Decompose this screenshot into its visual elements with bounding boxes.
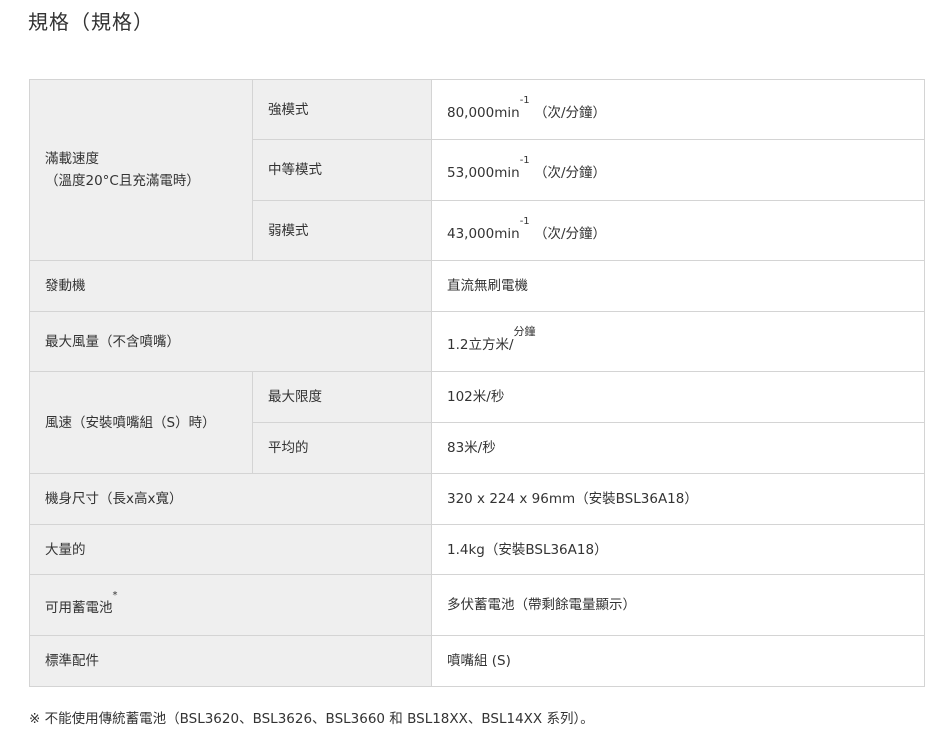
speed-unit: （次/分鐘） (533, 165, 607, 181)
table-row: 發動機 直流無刷電機 (29, 260, 925, 312)
value-motor: 直流無刷電機 (431, 260, 925, 312)
sub-label-average: 平均的 (252, 422, 432, 474)
airflow-value: 1.2立方米/ (447, 337, 514, 353)
value-weak: 43,000min-1 （次/分鐘） (431, 200, 925, 261)
load-speed-condition: （溫度20°C且充滿電時） (45, 173, 200, 189)
page-title: 規格（規格） (28, 10, 154, 34)
row-label-motor: 發動機 (29, 260, 432, 312)
value-strong: 80,000min-1 （次/分鐘） (431, 79, 925, 140)
value-medium: 53,000min-1 （次/分鐘） (431, 139, 925, 201)
sub-label-weak: 弱模式 (252, 200, 432, 261)
row-label-dimensions: 機身尺寸（長x高x寬） (29, 473, 432, 525)
value-max-airflow: 1.2立方米/分鐘 (431, 311, 925, 372)
row-label-weight: 大量的 (29, 524, 432, 575)
value-weight: 1.4kg（安裝BSL36A18） (431, 524, 925, 575)
table-row: 最大風量（不含噴嘴） 1.2立方米/分鐘 (29, 311, 925, 372)
value-wind-max: 102米/秒 (431, 371, 925, 423)
sub-label-medium: 中等模式 (252, 139, 432, 201)
sub-label-max: 最大限度 (252, 371, 432, 423)
footnote: ※ 不能使用傳統蓄電池（BSL3620、BSL3626、BSL3660 和 BS… (29, 711, 594, 727)
table-row: 滿載速度 （溫度20°C且充滿電時） 強模式 80,000min-1 （次/分鐘… (29, 79, 925, 261)
speed-value: 80,000min (447, 104, 520, 121)
speed-unit: （次/分鐘） (533, 104, 607, 121)
superscript: 分鐘 (513, 325, 536, 338)
table-row: 標準配件 噴嘴組 (S) (29, 635, 925, 687)
value-wind-average: 83米/秒 (431, 422, 925, 474)
spec-table: 滿載速度 （溫度20°C且充滿電時） 強模式 80,000min-1 （次/分鐘… (29, 79, 925, 687)
table-row: 風速（安裝噴嘴組（S）時） 最大限度 102米/秒 (29, 371, 925, 474)
superscript: -1 (519, 94, 530, 106)
value-accessories: 噴嘴組 (S) (431, 635, 925, 687)
row-label-wind-speed: 風速（安裝噴嘴組（S）時） (29, 371, 253, 474)
value-battery: 多伏蓄電池（帶剩餘電量顯示） (431, 574, 925, 636)
superscript: -1 (519, 215, 530, 227)
row-label-max-airflow: 最大風量（不含噴嘴） (29, 311, 432, 372)
asterisk: * (112, 590, 118, 601)
table-row: 大量的 1.4kg（安裝BSL36A18） (29, 524, 925, 575)
battery-label: 可用蓄電池 (45, 600, 113, 616)
speed-value: 53,000min (447, 165, 520, 181)
value-dimensions: 320 x 224 x 96mm（安裝BSL36A18） (431, 473, 925, 525)
speed-unit: （次/分鐘） (533, 225, 607, 242)
table-row: 可用蓄電池* 多伏蓄電池（帶剩餘電量顯示） (29, 574, 925, 636)
load-speed-label: 滿載速度 (45, 151, 99, 167)
sub-label-strong: 強模式 (252, 79, 432, 140)
superscript: -1 (519, 155, 530, 166)
row-label-battery: 可用蓄電池* (29, 574, 432, 636)
speed-value: 43,000min (447, 225, 520, 242)
row-label-load-speed: 滿載速度 （溫度20°C且充滿電時） (29, 79, 253, 261)
table-row: 機身尺寸（長x高x寬） 320 x 224 x 96mm（安裝BSL36A18） (29, 473, 925, 525)
row-label-accessories: 標準配件 (29, 635, 432, 687)
